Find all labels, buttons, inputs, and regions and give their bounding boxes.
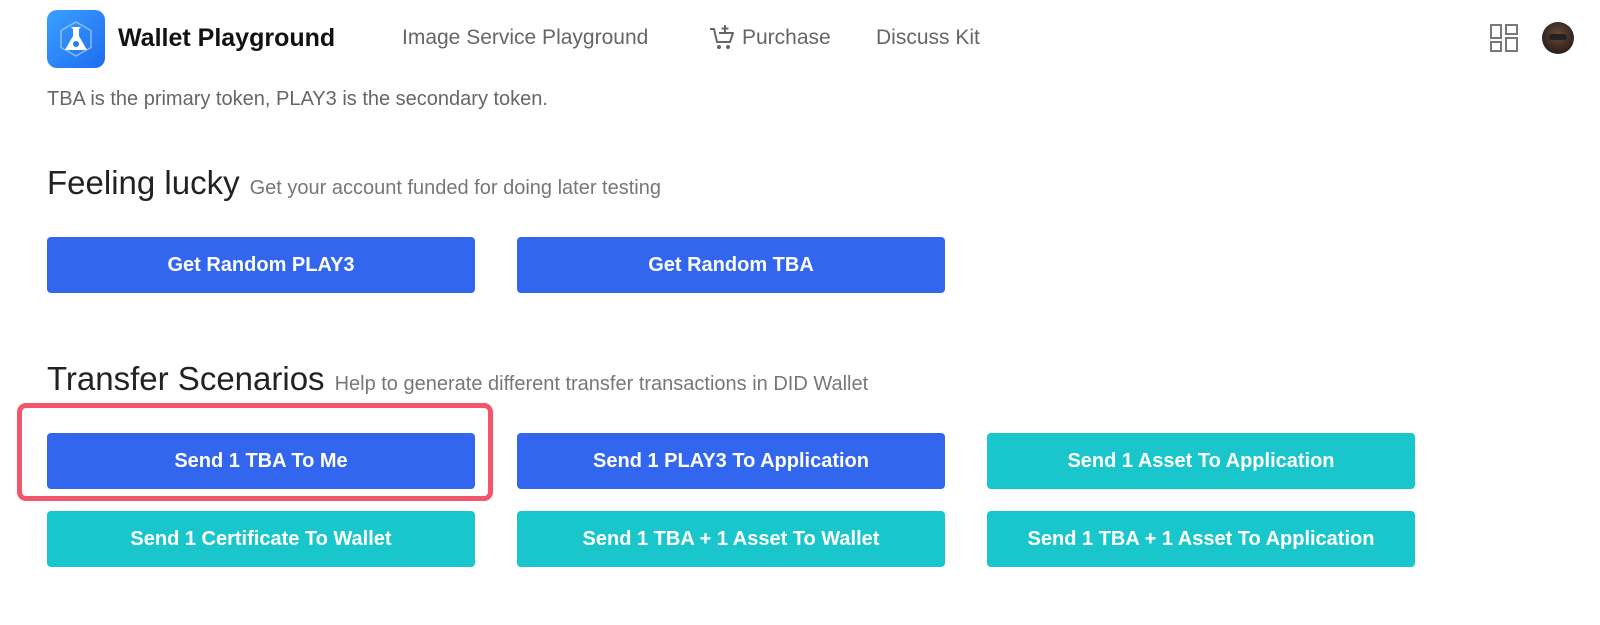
feeling-lucky-title: Feeling lucky bbox=[47, 164, 240, 201]
user-avatar[interactable] bbox=[1542, 22, 1574, 54]
transfer-scenarios-title: Transfer Scenarios bbox=[47, 360, 325, 397]
send-tba-to-me-button[interactable]: Send 1 TBA To Me bbox=[47, 433, 475, 489]
get-random-play3-button[interactable]: Get Random PLAY3 bbox=[47, 237, 475, 293]
transfer-scenarios-subtitle: Help to generate different transfer tran… bbox=[334, 373, 869, 395]
send-asset-to-application-button[interactable]: Send 1 Asset To Application bbox=[987, 433, 1415, 489]
send-certificate-to-wallet-button[interactable]: Send 1 Certificate To Wallet bbox=[47, 511, 475, 567]
nav-discuss-kit[interactable]: Discuss Kit bbox=[876, 26, 980, 50]
nav-purchase-label: Purchase bbox=[742, 26, 831, 49]
send-tba-asset-to-application-button[interactable]: Send 1 TBA + 1 Asset To Application bbox=[987, 511, 1415, 567]
send-play3-to-application-button[interactable]: Send 1 PLAY3 To Application bbox=[517, 433, 945, 489]
feeling-lucky-heading: Feeling lucky Get your account funded fo… bbox=[47, 164, 661, 202]
app-logo-icon[interactable] bbox=[47, 10, 105, 68]
add-to-cart-icon bbox=[710, 25, 734, 49]
flask-icon bbox=[60, 21, 92, 57]
feeling-lucky-subtitle: Get your account funded for doing later … bbox=[249, 177, 661, 199]
get-random-tba-button[interactable]: Get Random TBA bbox=[517, 237, 945, 293]
transfer-scenarios-heading: Transfer Scenarios Help to generate diff… bbox=[47, 360, 868, 398]
app-title: Wallet Playground bbox=[118, 24, 336, 52]
apps-grid-icon[interactable] bbox=[1490, 24, 1518, 52]
send-tba-asset-to-wallet-button[interactable]: Send 1 TBA + 1 Asset To Wallet bbox=[517, 511, 945, 567]
nav-image-service-playground[interactable]: Image Service Playground bbox=[402, 26, 648, 50]
intro-text: TBA is the primary token, PLAY3 is the s… bbox=[47, 88, 548, 110]
top-bar: Wallet Playground Image Service Playgrou… bbox=[0, 0, 1600, 78]
nav-purchase[interactable]: Purchase bbox=[708, 24, 831, 52]
page: Wallet Playground Image Service Playgrou… bbox=[0, 0, 1600, 625]
